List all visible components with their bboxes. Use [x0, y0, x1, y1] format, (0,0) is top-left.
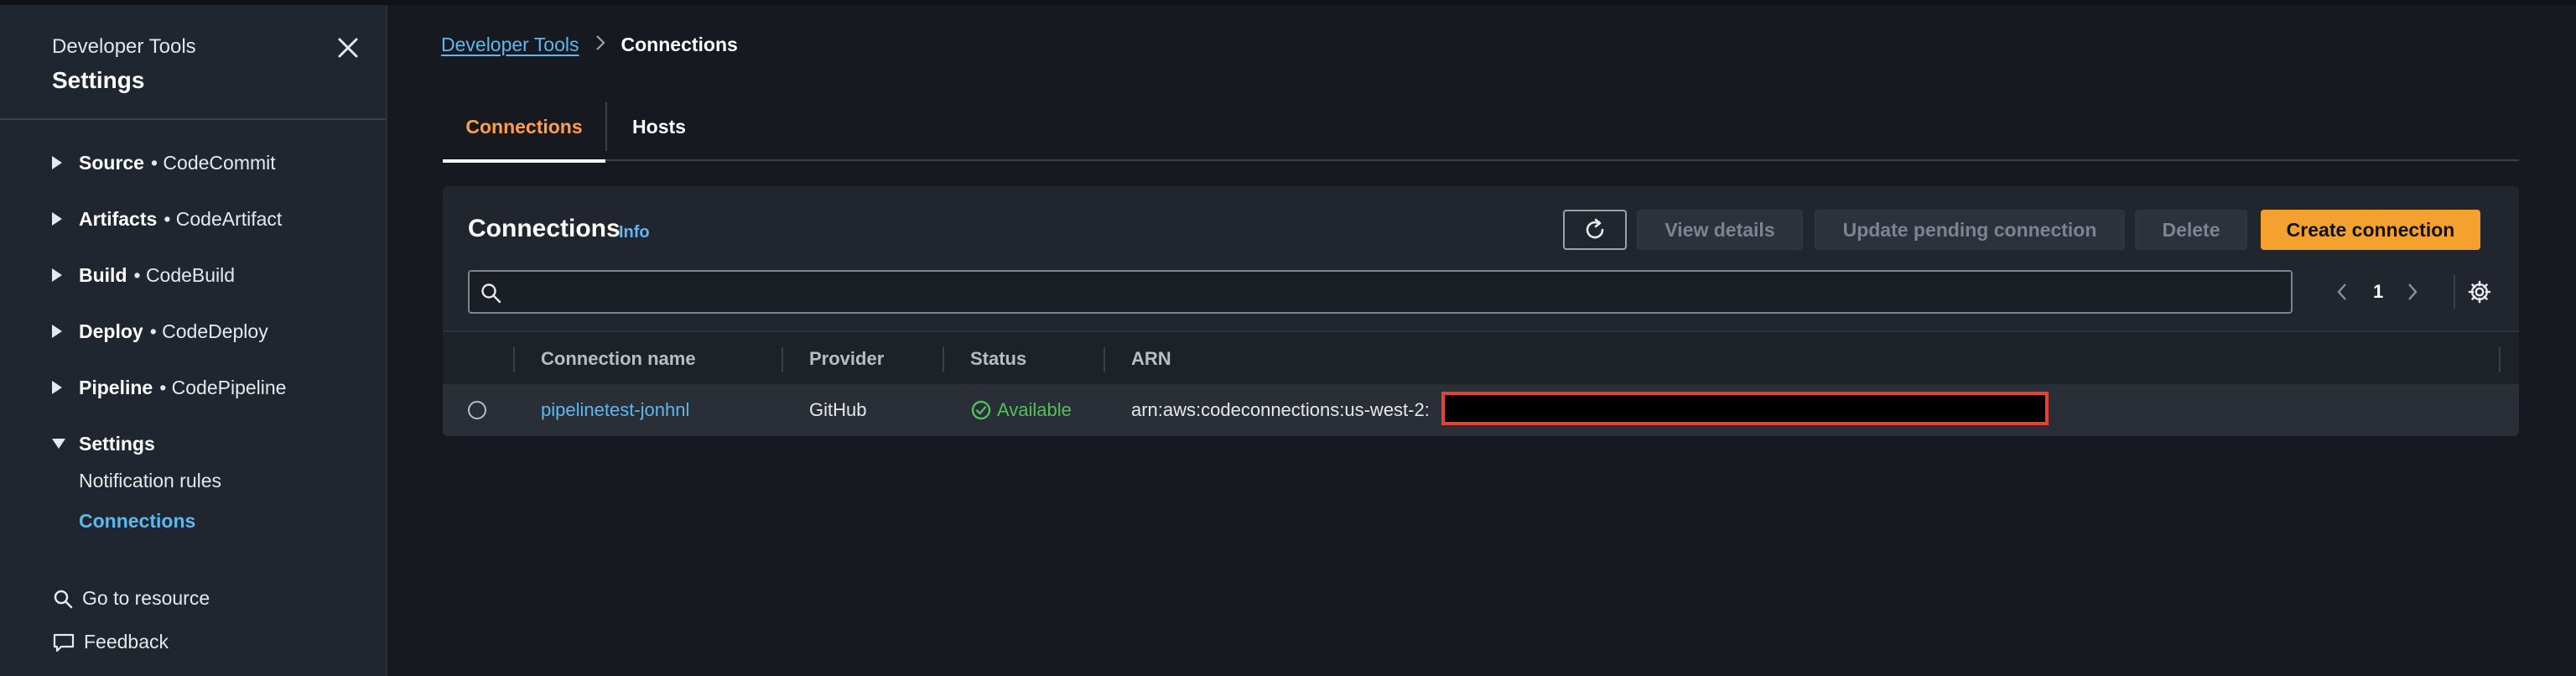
sidebar-item-settings[interactable]: Settings [52, 429, 162, 459]
check-circle-icon [971, 400, 991, 420]
nav-section-label: Build [79, 263, 127, 286]
column-divider [782, 347, 783, 372]
breadcrumb-developer-tools[interactable]: Developer Tools [441, 34, 579, 56]
sidebar-item-build[interactable]: Build • CodeBuild [52, 260, 235, 290]
pager-divider [2454, 275, 2455, 309]
column-divider [1104, 347, 1105, 372]
sidebar-item-notification-rules[interactable]: Notification rules [79, 470, 221, 492]
status-label: Available [997, 399, 1072, 420]
table-header: Connection name Provider Status ARN [443, 330, 2519, 384]
caret-right-icon [52, 268, 62, 282]
gear-icon [2468, 280, 2491, 304]
sidebar-subtitle: Developer Tools [52, 35, 196, 58]
sidebar-item-artifacts[interactable]: Artifacts • CodeArtifact [52, 204, 282, 234]
table-row[interactable]: pipelinetest-jonhnl GitHub Available arn… [443, 384, 2519, 436]
column-arn[interactable]: ARN [1131, 332, 1171, 386]
search-icon [481, 283, 501, 304]
nav-section-service: • CodeBuild [133, 263, 236, 286]
breadcrumb-current: Connections [621, 34, 738, 55]
tab-bar: Connections Hosts [443, 92, 2519, 163]
nav-section-label: Source [79, 151, 144, 174]
caret-right-icon [52, 156, 62, 169]
feedback-icon [53, 633, 75, 652]
info-link[interactable]: Info [619, 223, 650, 242]
arn-cell: arn:aws:codeconnections:us-west-2: [1131, 399, 1430, 420]
connection-name-link[interactable]: pipelinetest-jonhnl [541, 384, 689, 436]
preferences-button[interactable] [2467, 270, 2492, 314]
pagination-prev[interactable] [2334, 270, 2350, 314]
pagination-next[interactable] [2405, 270, 2420, 314]
search-icon [54, 590, 73, 608]
caret-right-icon [52, 381, 62, 394]
search-input[interactable] [512, 277, 2272, 307]
page-number: 1 [2373, 281, 2384, 302]
sidebar-item-deploy[interactable]: Deploy • CodeDeploy [52, 316, 268, 346]
column-divider [943, 347, 944, 372]
nav-section-service: • CodePipeline [159, 376, 287, 398]
caret-right-icon [52, 325, 62, 338]
sidebar-divider [0, 118, 386, 120]
chevron-right-icon [2408, 283, 2418, 300]
nav-section-service: • CodeArtifact [164, 207, 283, 230]
caret-right-icon [52, 212, 62, 226]
sidebar-header: Developer Tools Settings [52, 35, 196, 94]
create-connection-button[interactable]: Create connection [2261, 210, 2480, 250]
column-connection-name[interactable]: Connection name [541, 332, 696, 386]
nav-section-label: Settings [79, 432, 155, 455]
caret-down-icon [52, 439, 65, 449]
sidebar: Developer Tools Settings Source • CodeCo… [0, 5, 387, 676]
sidebar-title: Settings [52, 67, 145, 93]
feedback-link[interactable]: Feedback [52, 631, 169, 653]
status-cell: Available [970, 384, 1072, 436]
tab-connections[interactable]: Connections [443, 92, 605, 163]
pagination-page[interactable]: 1 [2373, 270, 2383, 314]
nav-section-label: Artifacts [79, 207, 158, 230]
chevron-left-icon [2337, 283, 2346, 300]
redaction-box [1441, 392, 2049, 425]
nav-section-label: Pipeline [79, 376, 153, 398]
feedback-label: Feedback [84, 631, 169, 653]
panel-title: Connections [468, 215, 621, 242]
row-select-radio[interactable] [468, 401, 486, 419]
sidebar-item-source[interactable]: Source • CodeCommit [52, 148, 276, 178]
column-divider [2499, 347, 2501, 372]
nav-section-service: • CodeDeploy [149, 320, 268, 342]
refresh-icon [1586, 218, 1604, 239]
sidebar-item-connections[interactable]: Connections [79, 510, 195, 533]
provider-cell: GitHub [809, 399, 867, 420]
view-details-button[interactable]: View details [1637, 210, 1803, 250]
update-pending-connection-button[interactable]: Update pending connection [1815, 210, 2125, 250]
close-icon[interactable] [334, 34, 362, 62]
go-to-resource-label: Go to resource [82, 587, 210, 609]
breadcrumb: Developer Tools Connections [441, 34, 738, 56]
delete-button[interactable]: Delete [2135, 210, 2247, 250]
column-status[interactable]: Status [970, 332, 1026, 386]
connections-panel: Connections Info View details Update pen… [443, 186, 2519, 436]
tab-hosts[interactable]: Hosts [607, 92, 711, 161]
column-provider[interactable]: Provider [809, 332, 884, 386]
column-divider [513, 347, 515, 372]
search-field [468, 270, 2293, 314]
sidebar-item-pipeline[interactable]: Pipeline • CodePipeline [52, 372, 286, 403]
go-to-resource-link[interactable]: Go to resource [52, 587, 210, 610]
nav-section-service: • CodeCommit [150, 151, 276, 174]
refresh-button[interactable] [1563, 210, 1627, 250]
chevron-right-icon [595, 34, 606, 56]
nav-section-label: Deploy [79, 320, 143, 342]
